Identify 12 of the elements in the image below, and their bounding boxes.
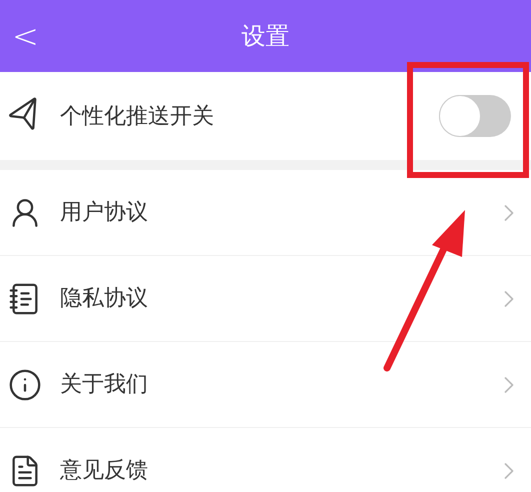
toggle-switch[interactable]	[439, 95, 511, 137]
back-button[interactable]: <	[12, 20, 39, 52]
menu-label: 关于我们	[60, 371, 148, 399]
menu-label: 用户协议	[60, 199, 148, 227]
menu-item[interactable]: 意见反馈	[0, 428, 531, 492]
setting-label: 个性化推送开关	[60, 102, 214, 130]
menu-icon	[8, 368, 42, 402]
menu-item[interactable]: 隐私协议	[0, 256, 531, 342]
menu-label: 意见反馈	[60, 457, 148, 485]
menu-item[interactable]: 关于我们	[0, 342, 531, 428]
page-title: 设置	[242, 21, 290, 52]
menu-label: 隐私协议	[60, 285, 148, 313]
